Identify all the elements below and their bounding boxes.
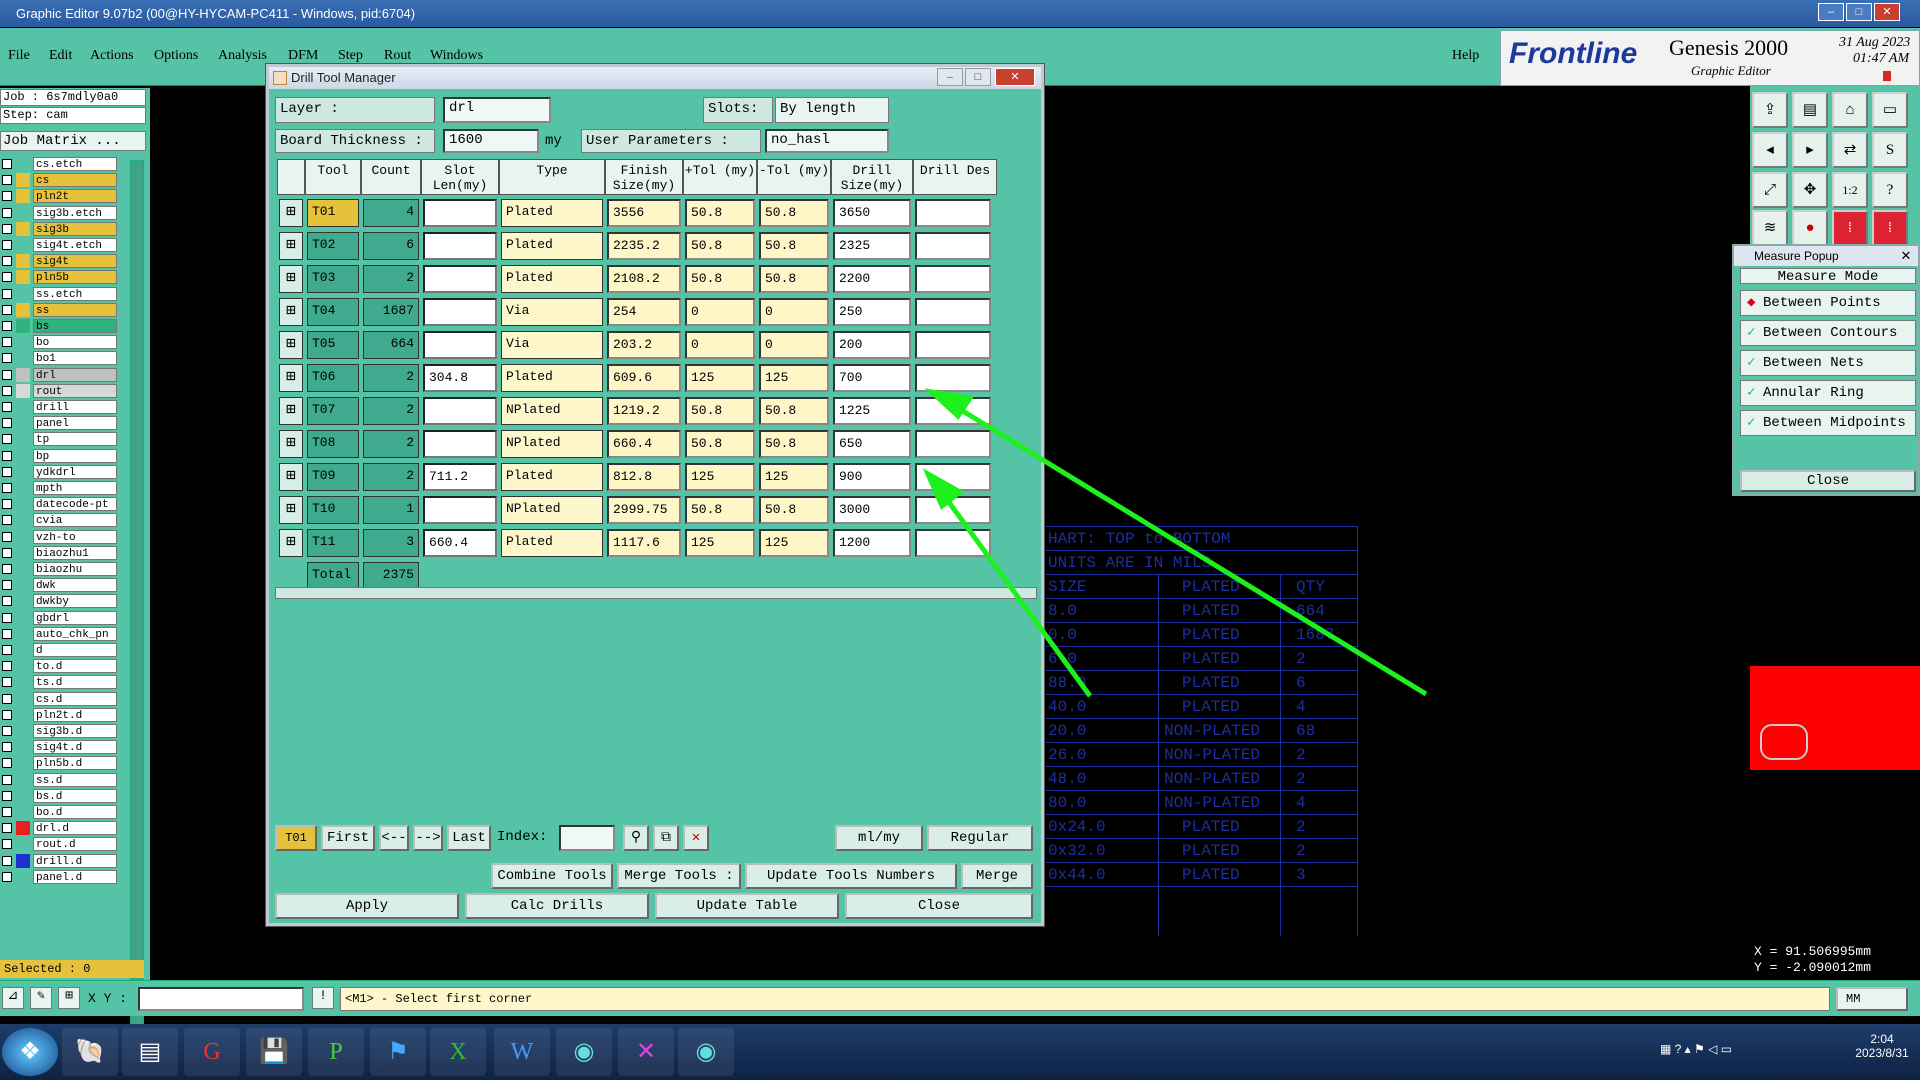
x-app-icon[interactable]: ✕: [618, 1028, 674, 1076]
xy-label: X Y :: [88, 991, 128, 1006]
start-icon[interactable]: ❖: [2, 1028, 58, 1076]
arrow-line-1: [946, 399, 1428, 697]
clock-time: 2:04: [1870, 1032, 1894, 1046]
app-blue-icon[interactable]: ⚑: [370, 1028, 426, 1076]
eye-icon[interactable]: ◉: [556, 1028, 612, 1076]
annotation-arrows: [922, 388, 1428, 698]
status-bar: ⊿ ✎ ⊞ X Y : ! <M1> - Select first corner…: [0, 980, 1920, 1016]
grid-icon[interactable]: ⊞: [58, 987, 80, 1009]
xy-input[interactable]: [138, 987, 304, 1011]
eye2-icon[interactable]: ◉: [678, 1028, 734, 1076]
app-green-icon[interactable]: P: [308, 1028, 364, 1076]
info-icon[interactable]: !: [312, 987, 334, 1009]
app-red-icon[interactable]: G: [184, 1028, 240, 1076]
excel-icon[interactable]: X: [430, 1028, 486, 1076]
taskbar: ❖ 🐚 ▤ G 💾 P ⚑ X W ◉ ✕ ◉ ▦ ? ▴ ⚑ ◁ ▭ 2:04…: [0, 1024, 1920, 1080]
arrow-head-2: [922, 468, 965, 510]
arrow-line-2: [937, 488, 1093, 698]
clock-date: 2023/8/31: [1855, 1046, 1909, 1060]
status-message: <M1> - Select first corner: [340, 987, 1830, 1011]
tray-icons[interactable]: ▦ ? ▴ ⚑ ◁ ▭: [1660, 1042, 1732, 1056]
clock[interactable]: 2:04 2023/8/31: [1852, 1032, 1912, 1060]
unit-dropdown[interactable]: MM: [1836, 987, 1908, 1011]
select-icon[interactable]: ⊿: [2, 987, 24, 1009]
shell-icon[interactable]: 🐚: [62, 1028, 118, 1076]
edit-icon[interactable]: ✎: [30, 987, 52, 1009]
word-icon[interactable]: W: [494, 1028, 550, 1076]
notepad-icon[interactable]: ▤: [122, 1028, 178, 1076]
save-app-icon[interactable]: 💾: [246, 1028, 302, 1076]
